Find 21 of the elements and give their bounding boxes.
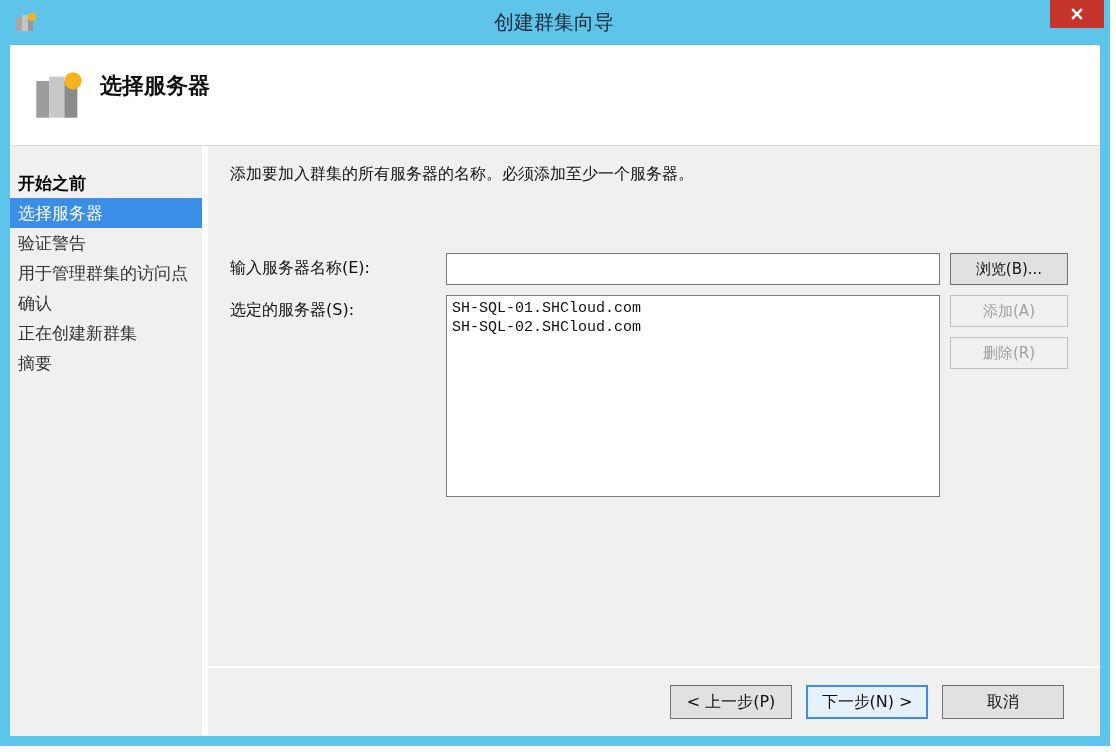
step-item[interactable]: 开始之前 bbox=[10, 168, 202, 198]
step-item[interactable]: 验证警告 bbox=[10, 228, 202, 258]
window-title: 创建群集向导 bbox=[493, 9, 615, 36]
close-icon bbox=[1071, 8, 1083, 20]
server-entry[interactable]: SH-SQL-02.SHCloud.com bbox=[452, 318, 934, 337]
instruction-text: 添加要加入群集的所有服务器的名称。必须添加至少一个服务器。 bbox=[230, 164, 695, 185]
step-item[interactable]: 正在创建新群集 bbox=[10, 318, 202, 348]
field-label: 选定的服务器(S): bbox=[230, 299, 356, 321]
wizard-button[interactable]: 下一步(N) > bbox=[806, 685, 928, 719]
field-label: 输入服务器名称(E): bbox=[230, 257, 371, 279]
server-list[interactable]: SH-SQL-01.SHCloud.com SH-SQL-02.SHCloud.com bbox=[446, 295, 940, 497]
step-item[interactable]: 摘要 bbox=[10, 348, 202, 378]
wizard-button[interactable]: < 上一步(P) bbox=[670, 685, 792, 719]
server-entry[interactable]: SH-SQL-01.SHCloud.com bbox=[452, 299, 934, 318]
step-item[interactable]: 确认 bbox=[10, 288, 202, 318]
close-button[interactable] bbox=[1050, 0, 1104, 28]
server-name-field[interactable] bbox=[446, 253, 940, 285]
step-item[interactable]: 用于管理群集的访问点 bbox=[10, 258, 202, 288]
page-heading: 选择服务器 bbox=[100, 72, 210, 100]
browse-button[interactable]: 浏览(B)... bbox=[950, 253, 1068, 285]
wizard-button[interactable]: 取消 bbox=[942, 685, 1064, 719]
